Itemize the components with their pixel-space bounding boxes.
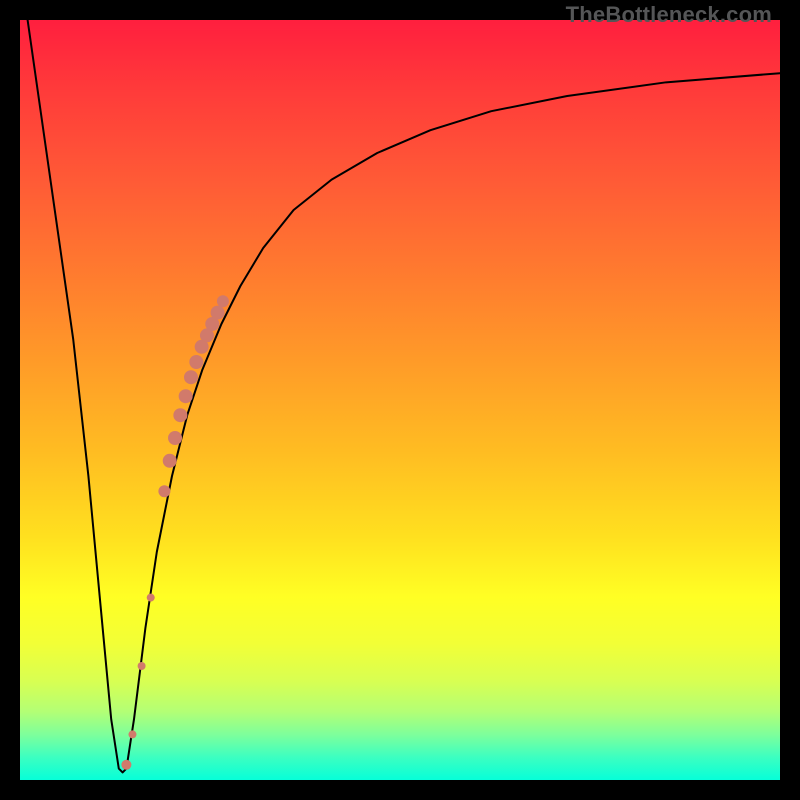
curve-layer bbox=[20, 20, 780, 780]
highlight-point bbox=[121, 760, 131, 770]
highlight-point bbox=[158, 485, 170, 497]
highlight-point bbox=[179, 389, 193, 403]
highlight-point bbox=[163, 454, 177, 468]
chart-stage: TheBottleneck.com bbox=[0, 0, 800, 800]
highlight-point bbox=[128, 730, 136, 738]
highlight-point bbox=[173, 408, 187, 422]
highlight-point bbox=[184, 370, 198, 384]
highlight-point bbox=[168, 431, 182, 445]
highlight-point bbox=[147, 594, 155, 602]
highlight-point bbox=[211, 306, 225, 320]
highlight-point bbox=[138, 662, 146, 670]
bottleneck-curve bbox=[28, 20, 780, 772]
plot-area bbox=[20, 20, 780, 780]
highlight-point bbox=[189, 355, 203, 369]
highlight-point bbox=[217, 295, 229, 307]
